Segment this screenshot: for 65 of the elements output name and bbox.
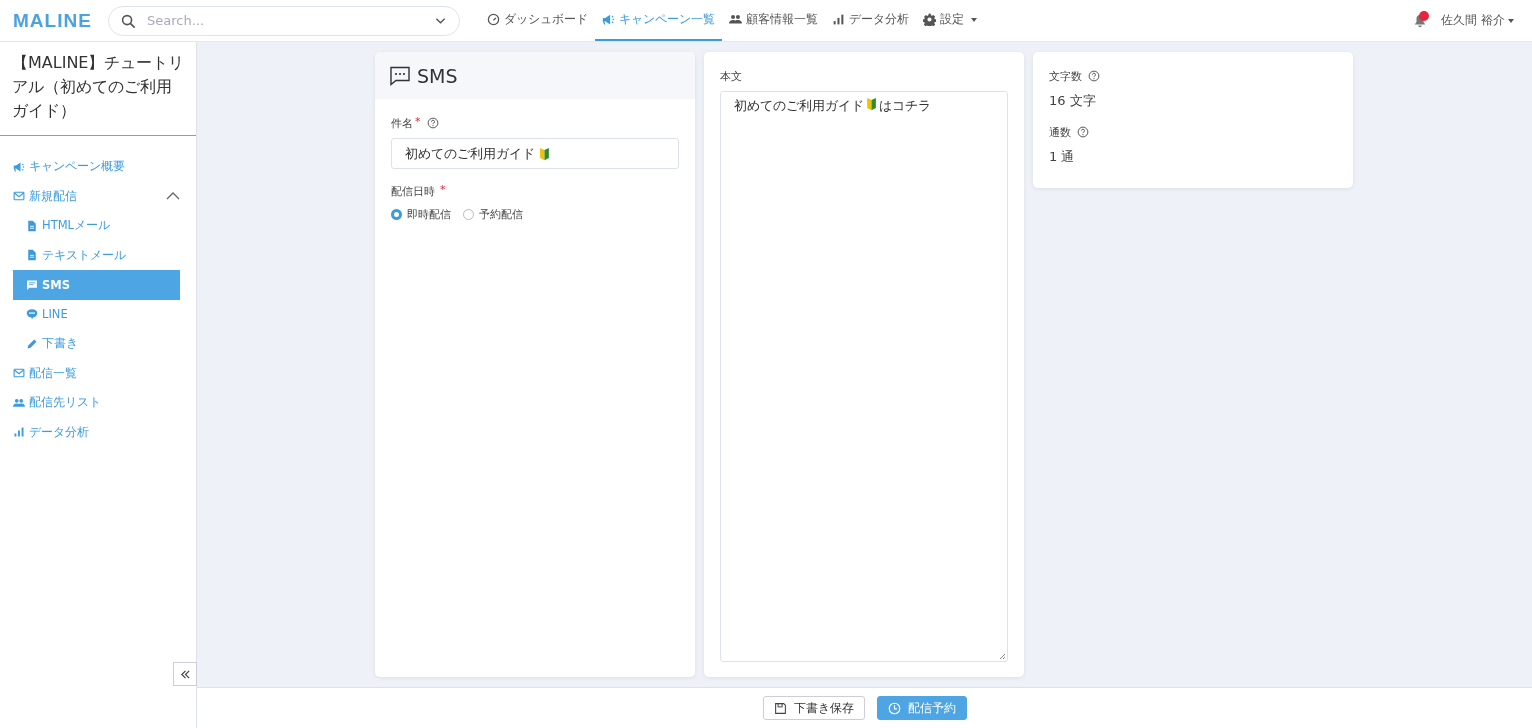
stat-label: 通数 <box>1049 124 1071 140</box>
maline-logo[interactable]: MALINE <box>13 9 95 32</box>
gauge-icon <box>487 13 500 26</box>
chevron-up-icon[interactable] <box>166 192 180 201</box>
megaphone-icon <box>13 160 25 173</box>
field-label: 配信日時 <box>391 183 435 199</box>
user-menu[interactable]: 佐久間 裕介 <box>1441 13 1514 28</box>
settings-icon <box>923 13 936 26</box>
document-icon <box>26 249 38 262</box>
collapse-sidebar-button[interactable] <box>173 662 197 686</box>
pencil-icon <box>26 337 38 350</box>
document-icon <box>26 219 38 232</box>
help-icon[interactable] <box>426 117 439 129</box>
sidebar-item[interactable]: キャンペーン概要 <box>13 152 180 182</box>
stat-value: 1 通 <box>1049 148 1076 166</box>
card-title: SMS <box>417 64 458 87</box>
sidebar-item[interactable]: SMS <box>13 270 180 300</box>
sidebar-item[interactable]: テキストメール <box>13 240 180 270</box>
message-body-field[interactable]: 初めてのご利用ガイド はコチラ <box>720 91 1008 662</box>
sidebar-item[interactable]: データ分析 <box>13 417 180 447</box>
resize-handle-icon[interactable] <box>998 652 1006 660</box>
caret-icon <box>1508 18 1514 23</box>
megaphone-icon <box>602 13 615 26</box>
radio-button[interactable] <box>391 209 402 220</box>
nav-tab[interactable]: ダッシュボード <box>480 0 595 41</box>
clock-icon <box>887 701 901 715</box>
chat-icon <box>390 65 410 86</box>
double-chevron-left-icon <box>179 668 191 680</box>
help-icon[interactable] <box>1077 126 1089 138</box>
chevron-down-icon <box>435 16 446 25</box>
campaign-title: 【MALINE】チュートリアル（初めてのご利用ガイド） <box>0 42 196 136</box>
beginner-mark-icon <box>539 146 550 161</box>
sidebar-item[interactable]: 配信一覧 <box>13 358 180 388</box>
required-mark: * <box>440 183 446 196</box>
radio-option[interactable]: 予約配信 <box>463 207 523 222</box>
sidebar-item[interactable]: 新規配信 <box>13 181 180 211</box>
field-label: 件名 <box>391 115 413 131</box>
nav-tab[interactable]: データ分析 <box>825 0 916 41</box>
save-draft-button[interactable]: 下書き保存 <box>762 696 865 720</box>
search-icon <box>121 13 136 29</box>
people-icon <box>729 13 742 26</box>
bar-chart-icon <box>13 426 25 439</box>
nav-tab[interactable]: キャンペーン一覧 <box>595 0 722 41</box>
radio-option[interactable]: 即時配信 <box>391 207 451 222</box>
sidebar-item[interactable]: LINE <box>13 299 180 329</box>
sidebar-item[interactable]: HTMLメール <box>13 211 180 241</box>
nav-tab[interactable]: 設定 <box>916 0 984 41</box>
speech-bubble-icon <box>26 308 38 321</box>
search-field[interactable]: Search... <box>108 5 460 36</box>
subject-field[interactable]: 初めてのご利用ガイド <box>391 138 679 169</box>
nav-tab[interactable]: 顧客情報一覧 <box>722 0 825 41</box>
sidebar-item[interactable]: 配信先リスト <box>13 388 180 418</box>
sidebar-item[interactable]: 下書き <box>13 329 180 359</box>
mail-icon <box>13 190 25 203</box>
people-icon <box>13 396 25 409</box>
stat-value: 16 文字 <box>1049 92 1097 110</box>
schedule-button[interactable]: 配信予約 <box>876 696 967 720</box>
chat-icon <box>26 278 38 291</box>
beginner-mark-icon <box>866 97 877 111</box>
mail-icon <box>13 367 25 380</box>
bar-chart-icon <box>832 13 845 26</box>
help-icon[interactable] <box>1088 70 1100 82</box>
field-label: 本文 <box>720 68 742 84</box>
stat-label: 文字数 <box>1049 68 1082 84</box>
required-mark: * <box>415 115 421 128</box>
